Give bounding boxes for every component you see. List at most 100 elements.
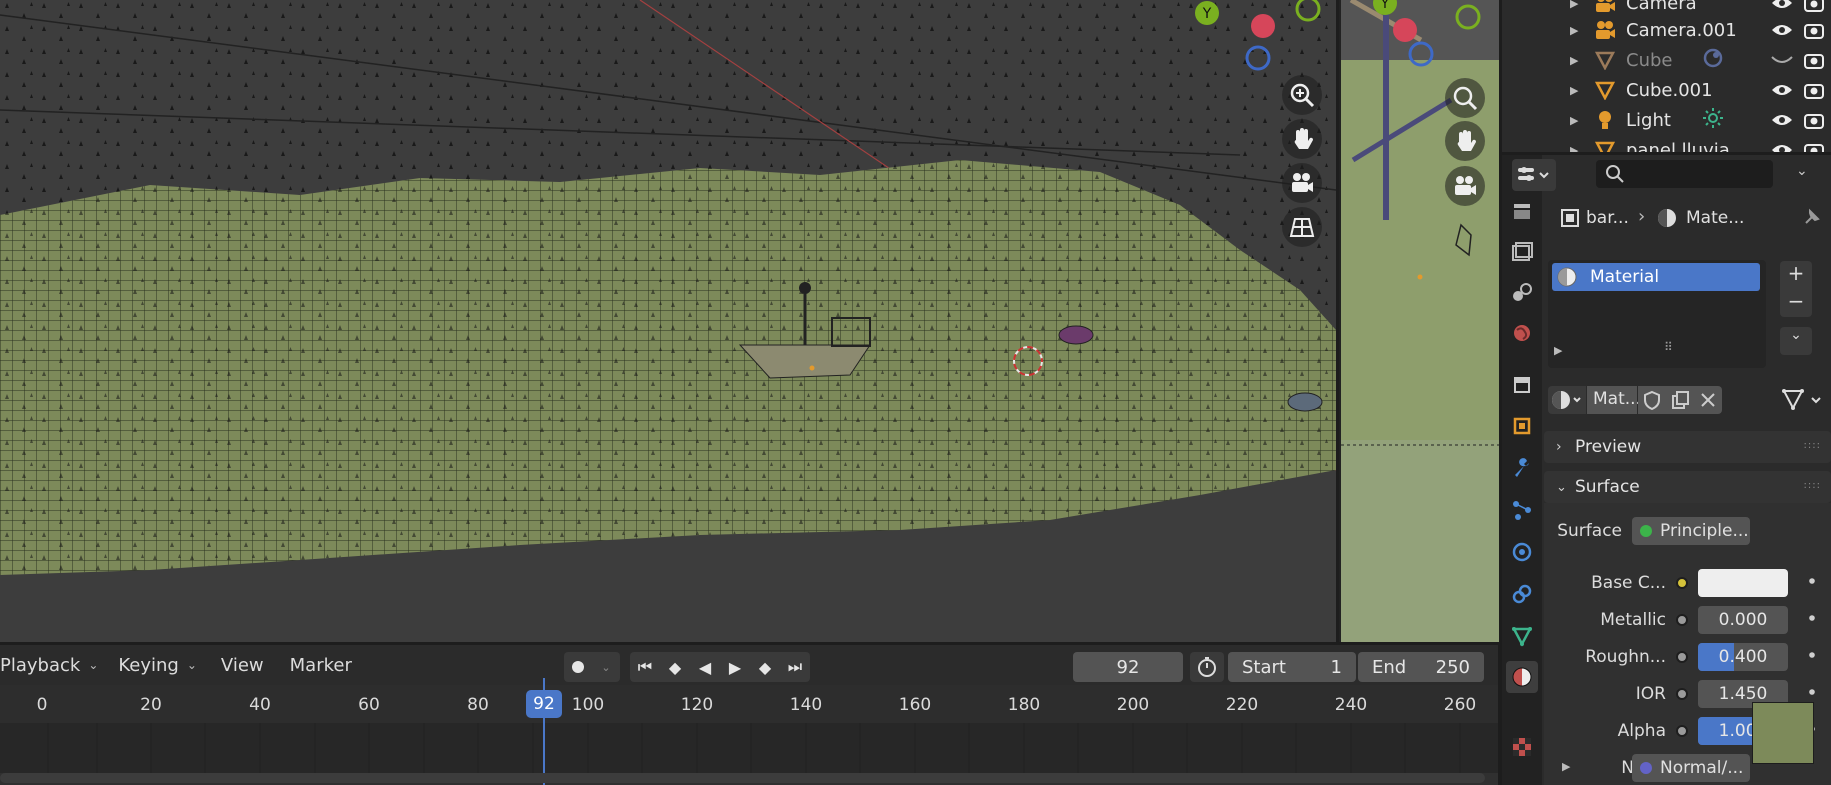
- keyframe-dot-icon[interactable]: [1809, 652, 1815, 658]
- outliner-row-camera001[interactable]: ▶ Camera.001: [1502, 15, 1831, 45]
- keyframe-dot-icon[interactable]: [1809, 615, 1815, 621]
- prev-keyframe-icon[interactable]: ◆: [660, 652, 690, 682]
- eye-icon[interactable]: [1770, 108, 1794, 132]
- outliner-row-panel-lluvia[interactable]: ▶ panel lluvia: [1502, 135, 1831, 152]
- start-frame-field[interactable]: Start 1: [1228, 652, 1356, 682]
- pan-hand-icon[interactable]: [1282, 119, 1322, 159]
- camera-view-icon[interactable]: [1282, 163, 1322, 203]
- resize-grip-icon[interactable]: ⠿: [1664, 340, 1673, 354]
- close-icon[interactable]: [1698, 390, 1718, 410]
- tool-tab-icon[interactable]: [1506, 195, 1538, 227]
- color-socket-icon[interactable]: [1676, 577, 1688, 589]
- expand-arrow-icon[interactable]: ▶: [1570, 54, 1578, 67]
- camera-view-icon[interactable]: [1445, 166, 1485, 206]
- eye-icon[interactable]: [1770, 0, 1794, 15]
- value-socket-icon[interactable]: [1676, 688, 1688, 700]
- value-socket-icon[interactable]: [1676, 614, 1688, 626]
- stopwatch-icon[interactable]: [1190, 652, 1224, 682]
- add-slot-button[interactable]: +: [1780, 261, 1812, 289]
- render-camera-icon[interactable]: [1802, 18, 1826, 42]
- expand-arrow-icon[interactable]: ▶: [1570, 84, 1578, 97]
- play-icon[interactable]: ▶: [720, 652, 750, 682]
- value-socket-icon[interactable]: [1676, 651, 1688, 663]
- metallic-slider[interactable]: 0.000: [1698, 606, 1788, 634]
- surface-panel-header[interactable]: ⌄ Surface ::::: [1544, 471, 1831, 503]
- slot-specials-menu[interactable]: ⌄: [1780, 327, 1812, 355]
- preview-panel-header[interactable]: › Preview ::::: [1544, 431, 1831, 463]
- particles-tab-icon[interactable]: [1506, 494, 1538, 526]
- material-slot-list[interactable]: Material ▶ ⠿: [1548, 260, 1766, 368]
- jump-end-icon[interactable]: ⏭: [780, 652, 810, 682]
- playback-menu[interactable]: Playback ⌄: [0, 650, 108, 680]
- object-tab-icon[interactable]: [1506, 410, 1538, 442]
- expand-arrow-icon[interactable]: ▶: [1570, 0, 1578, 10]
- link-mode-menu[interactable]: [1780, 386, 1826, 414]
- marker-menu[interactable]: Marker: [280, 650, 362, 680]
- outliner-row-cube[interactable]: ▶ Cube: [1502, 45, 1831, 75]
- play-reverse-icon[interactable]: ◀: [690, 652, 720, 682]
- eye-icon[interactable]: [1770, 78, 1794, 102]
- texture-tab-icon[interactable]: [1506, 731, 1538, 763]
- search-input[interactable]: [1596, 160, 1773, 188]
- physics-tab-icon[interactable]: [1506, 536, 1538, 568]
- collection-tab-icon[interactable]: [1506, 368, 1538, 400]
- data-tab-icon[interactable]: [1506, 620, 1538, 652]
- render-camera-icon[interactable]: [1802, 138, 1826, 152]
- expand-arrow-icon[interactable]: ▶: [1570, 144, 1578, 153]
- remove-slot-button[interactable]: −: [1780, 289, 1812, 317]
- eye-icon[interactable]: [1770, 18, 1794, 42]
- scene-tab-icon[interactable]: [1506, 275, 1538, 307]
- expand-arrow-icon[interactable]: ▶: [1570, 114, 1578, 127]
- base-color-swatch[interactable]: [1698, 569, 1788, 597]
- eye-icon[interactable]: [1770, 138, 1794, 152]
- fake-user-shield-icon[interactable]: [1642, 390, 1662, 410]
- record-icon[interactable]: [564, 652, 592, 682]
- chevron-down-icon[interactable]: ⌄: [1796, 163, 1808, 179]
- surface-shader-field[interactable]: Principle...: [1632, 517, 1750, 545]
- camera-viewport[interactable]: Y: [1339, 0, 1499, 642]
- end-frame-field[interactable]: End 250: [1358, 652, 1484, 682]
- roughness-slider[interactable]: 0.400: [1698, 643, 1788, 671]
- material-name-field[interactable]: Mat...: [1587, 386, 1641, 414]
- browse-material-button[interactable]: [1548, 386, 1586, 414]
- zoom-icon[interactable]: [1445, 78, 1485, 118]
- 3d-viewport[interactable]: Y: [0, 0, 1336, 642]
- expand-arrow-icon[interactable]: ▶: [1554, 344, 1562, 357]
- outliner-row-light[interactable]: ▶ Light: [1502, 105, 1831, 135]
- world-tab-icon[interactable]: [1506, 317, 1538, 349]
- current-frame-field[interactable]: 92: [1073, 652, 1183, 682]
- pin-icon[interactable]: [1800, 207, 1822, 229]
- render-camera-icon[interactable]: [1802, 78, 1826, 102]
- outliner-row-cube001[interactable]: ▶ Cube.001: [1502, 75, 1831, 105]
- perspective-grid-icon[interactable]: [1282, 207, 1322, 247]
- timeline-scrollbar[interactable]: [0, 773, 1485, 783]
- drag-grip-icon[interactable]: ::::: [1804, 480, 1821, 491]
- expand-arrow-icon[interactable]: ▶: [1562, 760, 1570, 773]
- keying-menu[interactable]: Keying ⌄: [108, 650, 207, 680]
- chevron-down-icon[interactable]: ⌄: [592, 652, 620, 682]
- value-socket-icon[interactable]: [1676, 725, 1688, 737]
- normal-input-field[interactable]: Normal/...: [1632, 754, 1750, 782]
- duplicate-icon[interactable]: [1670, 390, 1690, 410]
- keyframe-dot-icon[interactable]: [1809, 689, 1815, 695]
- modifier-tab-icon[interactable]: [1506, 452, 1538, 484]
- next-keyframe-icon[interactable]: ◆: [750, 652, 780, 682]
- keyframe-track-area[interactable]: [0, 723, 1498, 773]
- eye-closed-icon[interactable]: [1770, 48, 1794, 72]
- zoom-icon[interactable]: [1282, 75, 1322, 115]
- playhead-line[interactable]: [543, 678, 545, 785]
- render-camera-icon[interactable]: [1802, 48, 1826, 72]
- render-tab-icon[interactable]: [1506, 236, 1538, 268]
- keyframe-dot-icon[interactable]: [1809, 578, 1815, 584]
- material-tab-icon[interactable]: [1506, 661, 1538, 693]
- auto-keying-toggle[interactable]: ⌄: [564, 652, 620, 682]
- expand-arrow-icon[interactable]: ▶: [1570, 24, 1578, 37]
- pan-hand-icon[interactable]: [1445, 121, 1485, 161]
- navigation-gizmo[interactable]: Y: [1180, 0, 1330, 75]
- jump-start-icon[interactable]: ⏮: [630, 652, 660, 682]
- frame-ruler[interactable]: 0 20 40 60 80 100 120 140 160 180 200 22…: [0, 685, 1498, 723]
- view-menu[interactable]: View: [211, 650, 274, 680]
- material-slot-item[interactable]: Material: [1552, 263, 1760, 291]
- render-camera-icon[interactable]: [1802, 0, 1826, 15]
- drag-grip-icon[interactable]: ::::: [1804, 440, 1821, 451]
